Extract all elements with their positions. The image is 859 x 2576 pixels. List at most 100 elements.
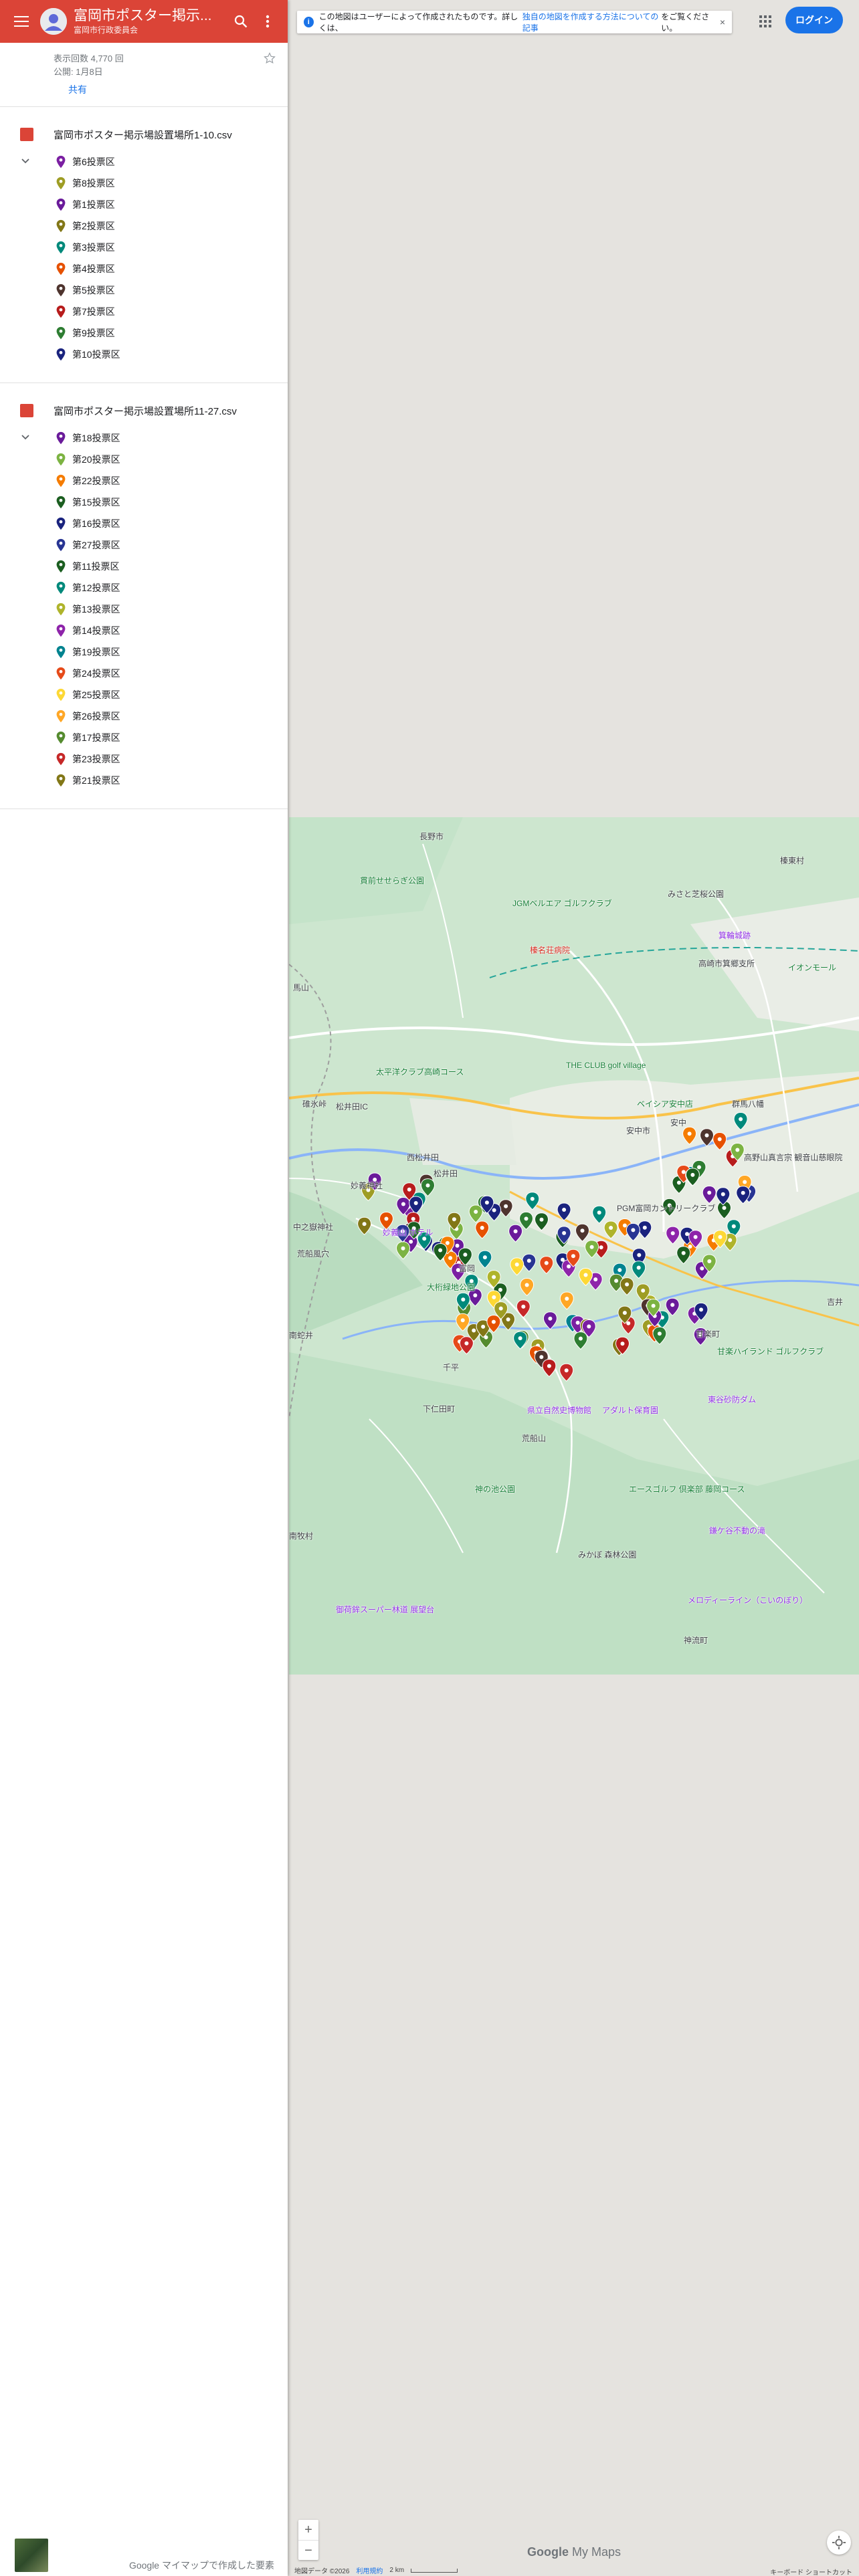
list-item[interactable]: 第10投票区: [0, 344, 288, 365]
list-item[interactable]: 第17投票区: [0, 727, 288, 748]
zoom-out-button[interactable]: −: [298, 2541, 318, 2561]
list-item[interactable]: 第23投票区: [0, 748, 288, 770]
list-item[interactable]: 第4投票区: [0, 258, 288, 280]
map-label: 東谷砂防ダム: [708, 1395, 757, 1404]
layer-title: 富岡市ポスター掲示場設置場所1-10.csv: [54, 129, 232, 141]
district-label: 第9投票区: [72, 328, 115, 338]
list-item[interactable]: 第6投票区: [0, 151, 288, 173]
map-pin-icon: [54, 623, 68, 638]
star-icon[interactable]: [264, 52, 276, 68]
notice-text-before: この地図はユーザーによって作成されたものです。詳しくは、: [318, 12, 518, 33]
district-label: 第24投票区: [72, 668, 120, 679]
map-label: 高野山真言宗 観音山慈眼院: [744, 1153, 843, 1162]
chevron-icon[interactable]: [20, 431, 31, 445]
list-item[interactable]: 第15投票区: [0, 492, 288, 513]
district-label: 第26投票区: [72, 711, 120, 722]
list-item[interactable]: 第1投票区: [0, 194, 288, 215]
list-item[interactable]: 第25投票区: [0, 684, 288, 706]
location-icon[interactable]: [827, 2531, 851, 2555]
district-label: 第21投票区: [72, 775, 120, 786]
district-label: 第7投票区: [72, 306, 115, 317]
map-label: 甘楽町: [696, 1329, 721, 1339]
chevron-icon[interactable]: [20, 155, 31, 169]
list-item[interactable]: 第18投票区: [0, 427, 288, 449]
map-pin-icon: [54, 687, 68, 702]
map-pin-icon: [54, 176, 68, 191]
basemap-thumbnail[interactable]: [15, 2539, 48, 2572]
district-label: 第6投票区: [72, 156, 115, 167]
district-label: 第13投票区: [72, 604, 120, 615]
list-item[interactable]: 第27投票区: [0, 534, 288, 556]
map-label: 神流町: [684, 1636, 708, 1645]
notice-close-button[interactable]: ×: [720, 17, 725, 27]
more-vert-icon[interactable]: [254, 8, 281, 35]
list-item[interactable]: 第16投票区: [0, 513, 288, 534]
map-label: みかぼ 森林公園: [578, 1550, 637, 1560]
district-label: 第25投票区: [72, 689, 120, 700]
layer-header[interactable]: 富岡市ポスター掲示場設置場所11-27.csv: [0, 394, 288, 427]
notice-link[interactable]: 独自の地図を作成する方法についての記事: [522, 11, 662, 33]
list-item[interactable]: 第8投票区: [0, 173, 288, 194]
list-item[interactable]: 第26投票区: [0, 706, 288, 727]
list-item[interactable]: 第11投票区: [0, 556, 288, 577]
map-label: 甘楽ハイランド ゴルフクラブ: [717, 1347, 824, 1356]
view-count: 表示回数 4,770 回: [54, 53, 124, 64]
list-item[interactable]: 第9投票区: [0, 322, 288, 344]
map-label: 御荷鉾スーパー林道 展望台: [336, 1605, 435, 1614]
map-label: 妙義山 ホテル: [383, 1228, 434, 1237]
list-item[interactable]: 第21投票区: [0, 770, 288, 791]
district-label: 第22投票区: [72, 475, 120, 486]
layer-header[interactable]: 富岡市ポスター掲示場設置場所1-10.csv: [0, 118, 288, 151]
zoom-in-button[interactable]: +: [298, 2520, 318, 2540]
sidebar-header: 富岡市ポスター掲示... 富岡市行政委員会: [0, 0, 288, 43]
list-item[interactable]: 第3投票区: [0, 237, 288, 258]
layer-checkbox[interactable]: [20, 404, 33, 417]
list-item[interactable]: 第14投票区: [0, 620, 288, 641]
map-meta: 表示回数 4,770 回 公開: 1月8日 共有: [0, 43, 288, 107]
map-pin-icon: [54, 495, 68, 510]
list-item[interactable]: 第7投票区: [0, 301, 288, 322]
list-item[interactable]: 第5投票区: [0, 280, 288, 301]
list-item[interactable]: 第19投票区: [0, 641, 288, 663]
map-label: みさと芝桜公園: [668, 889, 725, 899]
list-item[interactable]: 第12投票区: [0, 577, 288, 599]
district-label: 第15投票区: [72, 497, 120, 508]
district-label: 第20投票区: [72, 454, 120, 465]
list-item[interactable]: 第13投票区: [0, 599, 288, 620]
avatar-icon: [40, 8, 67, 35]
map-label: 群馬八幡: [732, 1099, 765, 1109]
info-icon: i: [304, 17, 314, 27]
map-label: 千平: [443, 1363, 460, 1372]
list-item[interactable]: 第20投票区: [0, 449, 288, 470]
map-base: [289, 817, 859, 1675]
map-label: 馬山: [293, 983, 310, 992]
map-canvas[interactable]: 長野市 榛東村 貫前せせらぎ公園 JGMベルエア ゴルフクラブ みさと芝桜公園 …: [289, 817, 859, 1675]
list-item[interactable]: 第2投票区: [0, 215, 288, 237]
terms-link[interactable]: 利用規約: [356, 2565, 383, 2575]
map-pin-icon: [54, 645, 68, 659]
map-pin-icon: [54, 516, 68, 531]
apps-grid-icon[interactable]: [753, 9, 777, 33]
district-label: 第12投票区: [72, 582, 120, 593]
map-label: 南牧村: [289, 1531, 314, 1541]
layer-checkbox[interactable]: [20, 128, 33, 141]
district-label: 第8投票区: [72, 178, 115, 189]
district-label: 第3投票区: [72, 242, 115, 253]
published-date: 公開: 1月8日: [54, 67, 103, 77]
map-label: 高崎市箕郷支所: [698, 959, 755, 968]
map-pin-icon: [54, 219, 68, 233]
keyboard-shortcuts-link[interactable]: キーボード ショートカット: [770, 2567, 852, 2576]
search-icon[interactable]: [227, 8, 254, 35]
list-item[interactable]: 第24投票区: [0, 663, 288, 684]
list-item[interactable]: 第22投票区: [0, 470, 288, 492]
map-label: 安中: [670, 1118, 687, 1128]
district-label: 第10投票区: [72, 349, 120, 360]
menu-icon[interactable]: [9, 9, 33, 33]
district-label: 第19投票区: [72, 647, 120, 657]
map-label: 荒船山: [522, 1434, 547, 1443]
share-link[interactable]: 共有: [68, 83, 288, 96]
map-label: ベイシア安中店: [637, 1099, 694, 1109]
notice-text-after: をご覧ください。: [661, 12, 710, 33]
login-button[interactable]: ログイン: [785, 7, 843, 33]
district-label: 第16投票区: [72, 518, 120, 529]
